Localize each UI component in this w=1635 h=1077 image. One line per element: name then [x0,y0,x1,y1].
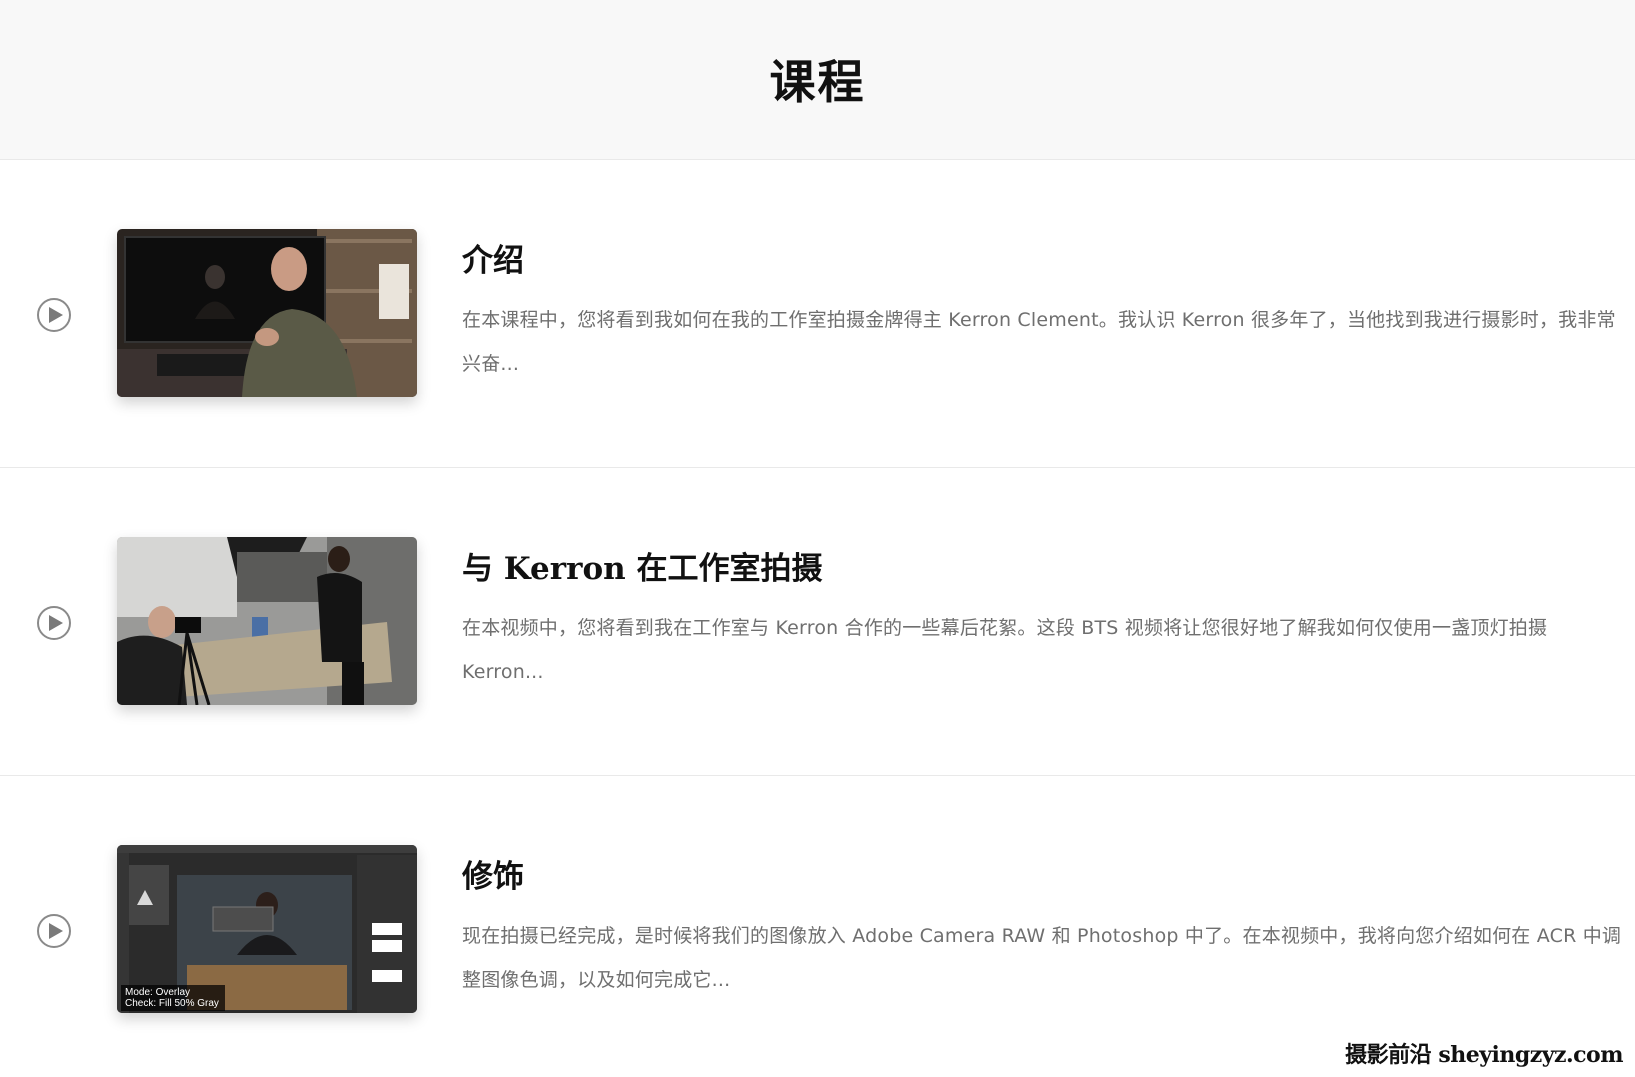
lesson-text: 介绍 在本课程中，您将看到我如何在我的工作室拍摄金牌得主 Kerron Clem… [462,240,1623,386]
lesson-thumbnail[interactable] [117,229,417,397]
video-thumbnail-studio-shoot-icon [117,537,417,705]
lesson-title[interactable]: 介绍 [462,240,1623,282]
lesson-item: 与 Kerron 在工作室拍摄 在本视频中，您将看到我在工作室与 Kerron … [0,468,1635,776]
lesson-text: 与 Kerron 在工作室拍摄 在本视频中，您将看到我在工作室与 Kerron … [462,548,1623,694]
lesson-description: 在本视频中，您将看到我在工作室与 Kerron 合作的一些幕后花絮。这段 BTS… [462,617,1548,683]
thumbnail-caption: Mode: Overlay Check: Fill 50% Gray [121,985,225,1011]
play-icon[interactable] [37,914,71,948]
lesson-description: 现在拍摄已经完成，是时候将我们的图像放入 Adobe Camera RAW 和 … [462,925,1622,991]
lesson-thumbnail[interactable] [117,537,417,705]
play-icon[interactable] [37,606,71,640]
lesson-description: 在本课程中，您将看到我如何在我的工作室拍摄金牌得主 Kerron Clement… [462,309,1616,375]
play-icon[interactable] [37,298,71,332]
lesson-item: 介绍 在本课程中，您将看到我如何在我的工作室拍摄金牌得主 Kerron Clem… [0,160,1635,468]
watermark: 摄影前沿 sheyingzyz.com [1341,1035,1627,1071]
thumbnail-caption-line: Check: Fill 50% Gray [125,998,219,1009]
lesson-thumbnail[interactable]: Mode: Overlay Check: Fill 50% Gray [117,845,417,1013]
lesson-title[interactable]: 修饰 [462,856,1623,898]
lesson-item: Mode: Overlay Check: Fill 50% Gray 修饰 现在… [0,776,1635,1077]
lesson-title[interactable]: 与 Kerron 在工作室拍摄 [462,548,1623,590]
thumbnail-caption-line: Mode: Overlay [125,987,191,998]
page-title: 课程 [769,54,866,109]
video-thumbnail-man-at-desk-icon [117,229,417,397]
page-header: 课程 [0,0,1635,160]
lesson-text: 修饰 现在拍摄已经完成，是时候将我们的图像放入 Adobe Camera RAW… [462,856,1623,1002]
